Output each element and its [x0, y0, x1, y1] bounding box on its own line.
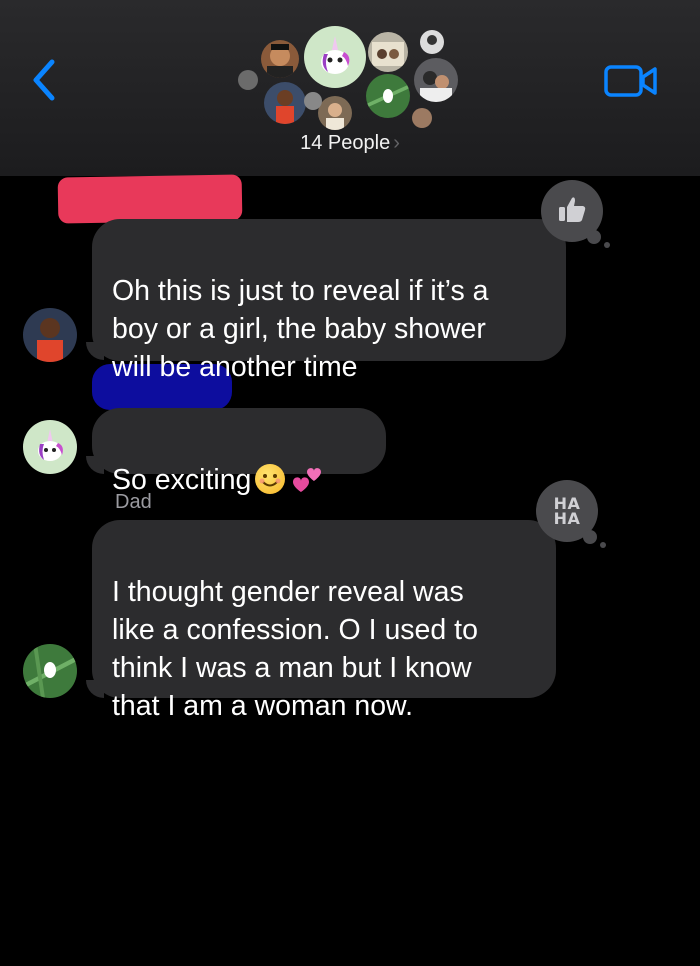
- sender-name: Dad: [115, 491, 152, 513]
- message-text: Oh this is just to reveal if it’s a boy …: [112, 275, 489, 383]
- tapback-bubble-dot: [583, 530, 597, 544]
- member-avatar: [238, 70, 258, 90]
- member-avatar: [366, 74, 410, 118]
- sender-avatar[interactable]: [23, 308, 77, 362]
- member-avatar: [261, 40, 299, 78]
- member-avatar: [318, 96, 352, 130]
- thumbs-up-icon: [557, 195, 587, 228]
- chevron-right-icon: ›: [393, 132, 400, 154]
- member-avatar: [412, 108, 432, 128]
- unicorn-avatar: [304, 26, 366, 88]
- tapback-bubble-dot: [587, 230, 601, 244]
- conversation-header: 14 People ›: [0, 0, 700, 176]
- haha-icon: HA HA: [553, 494, 581, 528]
- back-chevron-icon[interactable]: [26, 56, 62, 104]
- two-hearts-emoji: [289, 464, 325, 494]
- smiling-face-emoji: [255, 464, 286, 494]
- member-avatar: [304, 92, 322, 110]
- member-avatar: [264, 82, 306, 124]
- people-count-label[interactable]: 14 People: [300, 132, 390, 154]
- sender-avatar[interactable]: [23, 420, 77, 474]
- group-avatar-cluster[interactable]: [236, 24, 466, 134]
- sender-avatar[interactable]: [23, 644, 77, 698]
- tapback-bubble-dot: [604, 242, 610, 248]
- group-people-link[interactable]: 14 People ›: [0, 132, 700, 155]
- video-call-icon[interactable]: [603, 64, 659, 98]
- tapback-bubble-dot: [600, 542, 606, 548]
- message-bubble[interactable]: Oh this is just to reveal if it’s a boy …: [92, 219, 566, 383]
- message-text: I thought gender reveal was like a confe…: [112, 576, 478, 722]
- member-avatar: [420, 30, 444, 54]
- message-bubble[interactable]: So exciting: [92, 408, 386, 496]
- member-avatar: [368, 32, 408, 72]
- message-bubble[interactable]: I thought gender reveal was like a confe…: [92, 520, 556, 722]
- redacted-sender-name: [57, 174, 243, 224]
- member-avatar: [414, 58, 458, 102]
